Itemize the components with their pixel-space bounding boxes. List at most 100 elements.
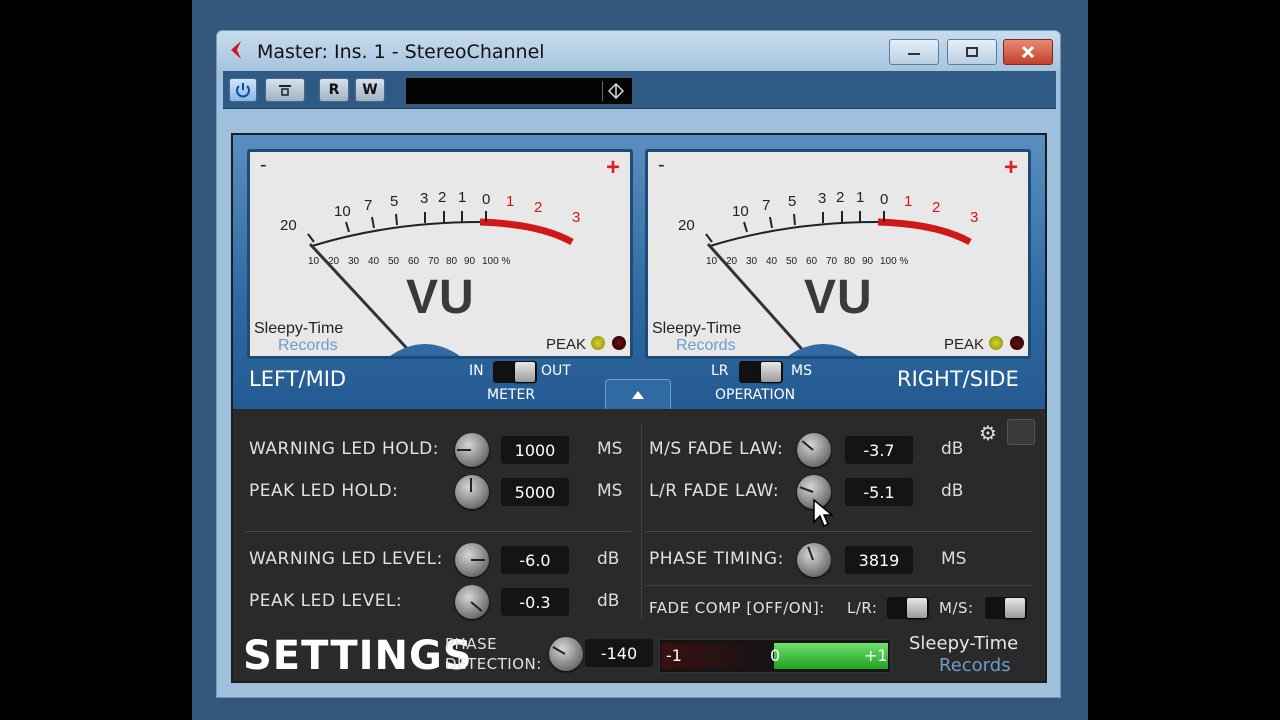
toggle-knob (761, 362, 781, 382)
db-tick-label: 1 (458, 189, 466, 206)
peak-led-hold-knob[interactable] (455, 475, 489, 509)
meter-brand-line2: Records (676, 337, 736, 354)
fade-comp-ms-label: M/S: (939, 599, 974, 617)
fade-comp-label: FADE COMP [OFF/ON]: (649, 599, 825, 617)
pct-tick-label: 50 (388, 256, 400, 267)
db-tick-label: 0 (482, 191, 490, 208)
vu-label: VU (804, 271, 873, 324)
brand-logo-line2: Records (939, 655, 1011, 676)
phase-timing-label: PHASE TIMING: (649, 549, 784, 569)
pct-tick-label: 60 (408, 256, 420, 267)
minimize-button[interactable] (889, 39, 939, 65)
meter-minus-label: - (658, 154, 665, 176)
meter-switch-out-label: OUT (541, 363, 571, 379)
meter-switch-in-label: IN (469, 363, 484, 379)
write-automation-button[interactable]: W (355, 78, 385, 102)
warning-led-hold-knob[interactable] (455, 433, 489, 467)
peak-led-level-label: PEAK LED LEVEL: (249, 591, 403, 611)
phase-timing-value[interactable]: 3819 (845, 546, 913, 574)
ms-fade-law-value[interactable]: -3.7 (845, 436, 913, 464)
peak-label: PEAK (546, 336, 587, 353)
preset-diamond-icon (607, 83, 624, 99)
meter-section: 20 10 7 5 3 2 1 0 1 2 3 10 20 30 40 50 6… (233, 135, 1045, 409)
db-tick-label: 7 (364, 197, 372, 214)
phase-detection-knob[interactable] (549, 637, 583, 671)
lr-fade-law-value[interactable]: -5.1 (845, 478, 913, 506)
pct-tick-label: 100 % (880, 256, 908, 267)
close-button[interactable] (1003, 39, 1053, 65)
power-button[interactable] (229, 78, 257, 102)
window-title: Master: Ins. 1 - StereoChannel (257, 41, 545, 63)
stereochannel-plugin: 20 10 7 5 3 2 1 0 1 2 3 10 20 30 40 50 6… (231, 133, 1047, 683)
phase-correlation-meter: -1 0 +1 (659, 639, 891, 673)
read-automation-button[interactable]: R (319, 78, 349, 102)
divider (645, 531, 1033, 532)
preset-selector[interactable] (405, 77, 633, 105)
warning-led (989, 336, 1003, 350)
meter-plus-label: + (605, 154, 620, 181)
db-tick-label: 2 (438, 189, 446, 206)
toggle-knob (515, 362, 535, 382)
db-tick-label: 3 (420, 190, 428, 207)
close-icon (1021, 45, 1035, 59)
fade-comp-ms-toggle[interactable] (985, 597, 1027, 619)
warning-led-level-unit: dB (597, 549, 620, 569)
window-titlebar[interactable]: Master: Ins. 1 - StereoChannel (217, 31, 1060, 71)
db-tick-label: 3 (572, 209, 580, 226)
warning-led-level-value[interactable]: -6.0 (501, 546, 569, 574)
divider (245, 531, 631, 532)
vu-label: VU (406, 271, 475, 324)
meter-switch-label: METER (487, 387, 536, 403)
vu-meter-left: 20 10 7 5 3 2 1 0 1 2 3 10 20 30 40 50 6… (247, 149, 633, 359)
ms-fade-law-knob[interactable] (797, 433, 831, 467)
peak-led-level-unit: dB (597, 591, 620, 611)
peak-led-level-value[interactable]: -0.3 (501, 588, 569, 616)
pct-tick-label: 90 (862, 256, 874, 267)
phase-timing-unit: MS (941, 549, 967, 569)
meter-in-out-toggle[interactable] (493, 361, 537, 383)
phase-detection-value[interactable]: -140 (585, 639, 653, 667)
db-tick-label: 2 (836, 189, 844, 206)
fade-comp-lr-toggle[interactable] (887, 597, 929, 619)
warning-led-level-knob[interactable] (455, 543, 489, 577)
warning-led-hold-value[interactable]: 1000 (501, 436, 569, 464)
operation-lr-ms-toggle[interactable] (739, 361, 783, 383)
db-tick-label: 0 (880, 191, 888, 208)
preset-menu-button[interactable] (602, 81, 628, 101)
pct-tick-label: 50 (786, 256, 798, 267)
options-button[interactable] (1007, 419, 1035, 445)
pct-tick-label: 30 (348, 256, 360, 267)
pct-tick-label: 70 (428, 256, 440, 267)
db-tick-label: 10 (334, 203, 351, 220)
maximize-button[interactable] (947, 39, 997, 65)
phase-meter-max-label: +1 (864, 646, 888, 665)
phase-timing-knob[interactable] (797, 543, 831, 577)
phase-meter-mid-label: 0 (770, 646, 781, 665)
peak-led-hold-value[interactable]: 5000 (501, 478, 569, 506)
minimize-icon (908, 53, 920, 55)
operation-switch-label: OPERATION (715, 387, 796, 403)
triangle-up-icon (632, 390, 644, 399)
pct-tick-label: 100 % (482, 256, 510, 267)
db-tick-label: 1 (506, 193, 514, 210)
left-mid-label: LEFT/MID (249, 367, 347, 391)
pct-tick-label: 60 (806, 256, 818, 267)
meter-brand-line1: Sleepy-Time (652, 320, 742, 337)
db-tick-label: 3 (970, 209, 978, 226)
ms-fade-law-unit: dB (941, 439, 964, 459)
bypass-button[interactable] (265, 78, 305, 102)
phase-detection-label-line2: DETECTION: (445, 655, 542, 673)
pct-tick-label: 30 (746, 256, 758, 267)
meter-minus-label: - (260, 154, 267, 176)
cubase-logo-icon (231, 41, 241, 59)
collapse-settings-button[interactable] (605, 379, 671, 409)
warning-led (591, 336, 605, 350)
peak-led-level-knob[interactable] (455, 585, 489, 619)
db-tick-label: 3 (818, 190, 826, 207)
pct-tick-label: 10 (308, 256, 320, 267)
restore-icon (966, 47, 978, 57)
divider (641, 423, 642, 619)
meter-brand-line2: Records (278, 337, 338, 354)
pct-tick-label: 40 (368, 256, 380, 267)
gear-icon[interactable]: ⚙ (979, 421, 997, 445)
